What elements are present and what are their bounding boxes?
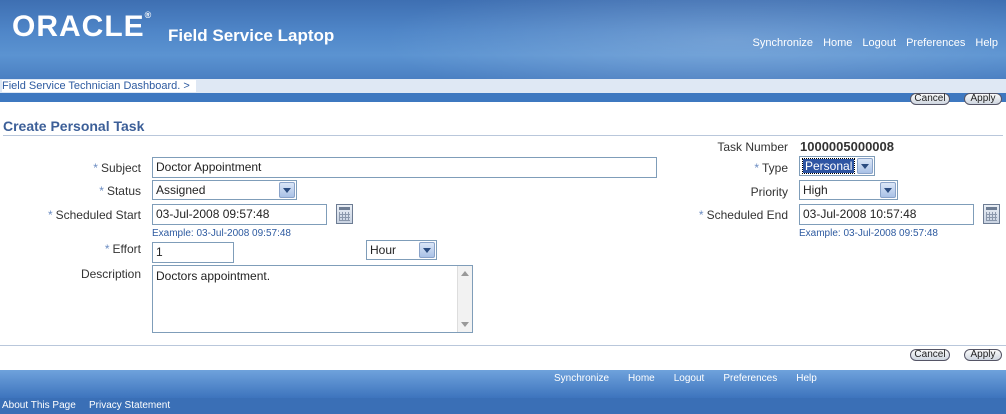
bottom-divider [0, 345, 1006, 346]
footer-bar [0, 370, 1006, 398]
effort-unit-selected-value: Hour [370, 243, 397, 257]
nav-synchronize-link[interactable]: Synchronize [753, 37, 814, 49]
oracle-logo: ORACLE® [12, 10, 153, 43]
status-select[interactable]: Assigned [152, 180, 297, 200]
description-text: Doctors appointment. [156, 269, 271, 283]
nav-help-link[interactable]: Help [975, 37, 998, 49]
calendar-icon[interactable] [983, 204, 1000, 224]
footer-nav: Synchronize Home Logout Preferences Help [554, 373, 836, 384]
required-icon: * [99, 184, 104, 198]
toolbar-strip [0, 93, 1006, 102]
nav-home-link[interactable]: Home [823, 37, 852, 49]
priority-select[interactable]: High [799, 180, 898, 200]
required-icon: * [698, 208, 704, 222]
title-divider [3, 135, 1003, 136]
scheduled-end-example: Example: 03-Jul-2008 09:57:48 [799, 228, 938, 239]
about-page-link[interactable]: About This Page [2, 400, 76, 411]
required-icon: * [47, 208, 53, 222]
scheduled-start-input[interactable]: 03-Jul-2008 09:57:48 [152, 204, 327, 225]
status-selected-value: Assigned [156, 183, 206, 197]
apply-button-bottom[interactable]: Apply [964, 349, 1002, 361]
effort-input[interactable]: 1 [152, 242, 234, 263]
scroll-up-icon[interactable] [461, 271, 469, 276]
chevron-down-icon[interactable] [419, 242, 435, 258]
nav-preferences-link[interactable]: Preferences [906, 37, 965, 49]
required-icon: * [93, 161, 98, 175]
priority-selected-value: High [803, 183, 828, 197]
description-textarea[interactable]: Doctors appointment. [152, 265, 473, 333]
scheduled-end-input[interactable]: 03-Jul-2008 10:57:48 [799, 204, 974, 225]
breadcrumb[interactable]: Field Service Technician Dashboard. > [2, 80, 196, 92]
app-title: Field Service Laptop [168, 26, 335, 45]
subject-input[interactable]: Doctor Appointment [152, 157, 657, 178]
task-number-value: 1000005000008 [800, 139, 894, 154]
footer-synchronize-link[interactable]: Synchronize [554, 373, 609, 384]
subject-label: * Subject [93, 161, 141, 175]
chevron-down-icon[interactable] [279, 182, 295, 198]
page-title: Create Personal Task [3, 118, 145, 134]
scheduled-start-example: Example: 03-Jul-2008 09:57:48 [152, 228, 291, 239]
chevron-down-icon[interactable] [857, 158, 873, 174]
task-number-label: Task Number [717, 140, 788, 154]
footer-home-link[interactable]: Home [628, 373, 655, 384]
footer-logout-link[interactable]: Logout [674, 373, 705, 384]
type-select[interactable]: Personal [799, 156, 875, 176]
scroll-down-icon[interactable] [461, 322, 469, 327]
type-label: * Type [754, 161, 788, 175]
breadcrumb-bar: Field Service Technician Dashboard. > [0, 79, 1006, 93]
required-icon: * [754, 161, 759, 175]
scheduled-end-label: * Scheduled End [698, 208, 788, 222]
header-banner: ORACLE® Field Service Laptop Synchronize… [0, 0, 1006, 79]
footer-help-link[interactable]: Help [796, 373, 817, 384]
description-label: Description [80, 267, 141, 281]
cancel-button-bottom[interactable]: Cancel [910, 349, 950, 361]
effort-label: * Effort [104, 242, 141, 256]
privacy-statement-link[interactable]: Privacy Statement [89, 400, 170, 411]
type-selected-value: Personal [801, 158, 856, 174]
effort-unit-select[interactable]: Hour [366, 240, 437, 260]
status-label: * Status [99, 184, 141, 198]
required-icon: * [104, 242, 110, 256]
cancel-button-top[interactable]: Cancel [910, 93, 950, 105]
apply-button-top[interactable]: Apply [964, 93, 1002, 105]
description-scrollbar[interactable] [457, 266, 472, 332]
nav-logout-link[interactable]: Logout [862, 37, 896, 49]
footer-preferences-link[interactable]: Preferences [723, 373, 777, 384]
global-nav: Synchronize Home Logout Preferences Help [753, 37, 998, 49]
chevron-down-icon[interactable] [880, 182, 896, 198]
priority-label: Priority [750, 185, 788, 199]
calendar-icon[interactable] [336, 204, 353, 224]
scheduled-start-label: * Scheduled Start [47, 208, 141, 222]
footer-secondary-bar: About This Page Privacy Statement [0, 398, 1006, 414]
